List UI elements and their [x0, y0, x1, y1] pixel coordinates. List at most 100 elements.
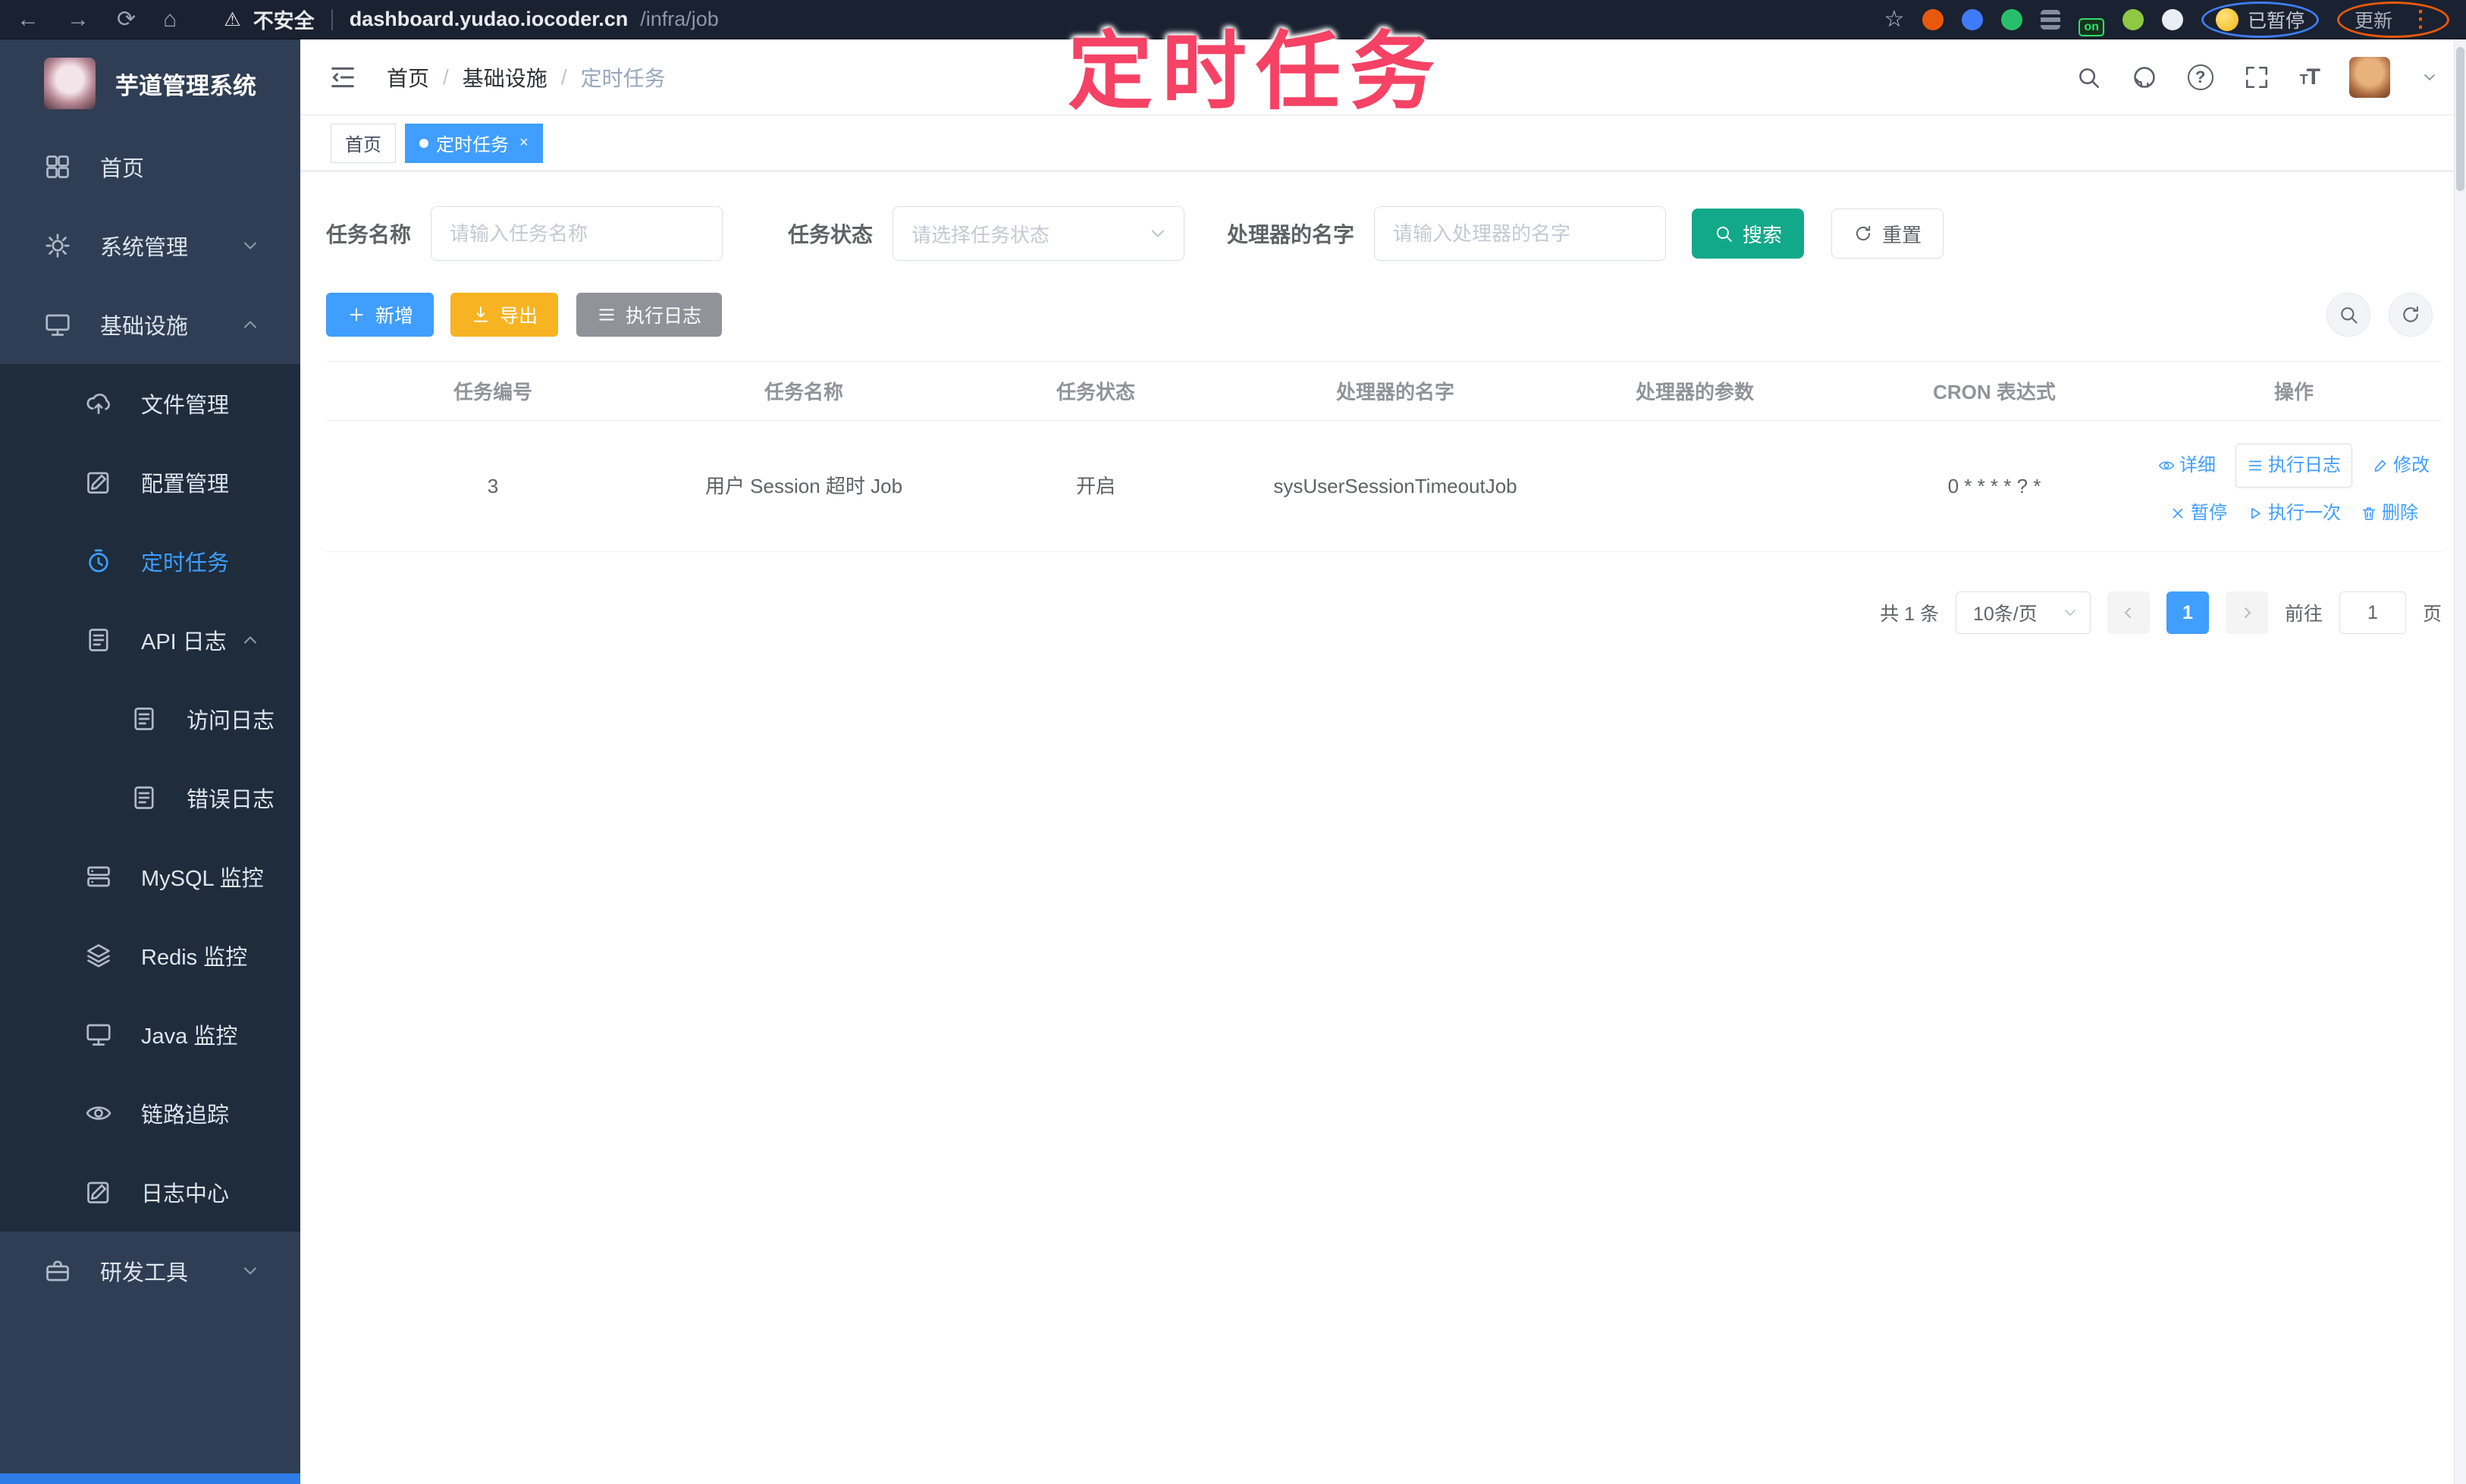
sidebar-item-tracing[interactable]: 链路追踪 — [0, 1074, 300, 1153]
sidebar-item-config-mgmt[interactable]: 配置管理 — [0, 443, 300, 522]
execution-log-button[interactable]: 执行日志 — [576, 293, 723, 337]
on-badge-extension-icon[interactable]: on — [2079, 17, 2104, 36]
job-status-select[interactable]: 请选择任务状态 — [893, 206, 1185, 261]
search-icon[interactable] — [2075, 64, 2101, 90]
sidebar-item-file-mgmt[interactable]: 文件管理 — [0, 364, 300, 443]
play-icon — [2247, 505, 2264, 522]
paused-label: 已暂停 — [2247, 10, 2304, 32]
extension-grid-icon[interactable] — [2041, 9, 2061, 30]
current-page-button[interactable]: 1 — [2166, 591, 2209, 634]
search-icon — [1714, 224, 1733, 243]
profile-chip[interactable]: 已暂停 — [2201, 1, 2319, 38]
add-button[interactable]: 新增 — [326, 293, 435, 337]
browser-nav: ← → ⟳ ⌂ — [17, 8, 177, 31]
job-name-input[interactable] — [431, 206, 723, 261]
sidebar-item-scheduled-jobs[interactable]: 定时任务 — [0, 522, 300, 601]
sidebar-item-redis-monitor[interactable]: Redis 监控 — [0, 916, 300, 995]
forward-icon[interactable]: → — [67, 8, 89, 31]
update-chip[interactable]: 更新 ⋮ — [2336, 1, 2449, 38]
kebab-menu-icon[interactable]: ⋮ — [2409, 6, 2432, 33]
sidebar-item-system-mgmt[interactable]: 系统管理 — [0, 206, 300, 285]
search-icon — [2338, 304, 2359, 325]
extension-icon[interactable] — [1922, 8, 1944, 30]
goto-label: 前往 — [2284, 604, 2323, 625]
page-scrollbar[interactable] — [2454, 39, 2466, 1484]
back-icon[interactable]: ← — [17, 8, 39, 31]
export-button[interactable]: 导出 — [450, 293, 559, 337]
delete-link[interactable]: 删除 — [2361, 498, 2418, 529]
page-size-select[interactable]: 10条/页 — [1955, 591, 2091, 634]
col-actions: 操作 — [2146, 361, 2442, 421]
tag-home[interactable]: 首页 — [331, 123, 396, 163]
extension-icon[interactable] — [1962, 8, 1984, 30]
sidebar-fold-icon[interactable] — [328, 62, 358, 93]
font-size-big: T — [2306, 64, 2320, 89]
font-size-icon[interactable]: TT — [2300, 64, 2320, 90]
cloud-upload-icon — [85, 390, 112, 417]
extension-icon[interactable] — [2001, 8, 2023, 30]
sidebar-item-label: Java 监控 — [141, 1024, 238, 1049]
sidebar-item-access-logs[interactable]: 访问日志 — [0, 679, 300, 758]
sidebar-item-error-logs[interactable]: 错误日志 — [0, 758, 300, 837]
tag-close-icon[interactable]: × — [519, 134, 529, 152]
run-once-link[interactable]: 执行一次 — [2247, 498, 2341, 529]
home-icon[interactable]: ⌂ — [163, 8, 177, 31]
chevron-down-icon — [240, 235, 261, 256]
fullscreen-icon[interactable] — [2244, 64, 2270, 90]
active-tag-dot — [419, 138, 428, 148]
row-execution-log-label: 执行日志 — [2268, 455, 2341, 475]
sidebar-item-home[interactable]: 首页 — [0, 127, 300, 206]
eye-icon — [85, 1100, 112, 1127]
refresh-table-button[interactable] — [2389, 293, 2433, 337]
goto-page-input[interactable] — [2339, 591, 2406, 634]
reload-icon[interactable]: ⟳ — [117, 8, 136, 31]
edit-link[interactable]: 修改 — [2372, 450, 2430, 481]
chevron-down-icon — [240, 1260, 261, 1282]
sidebar-item-infrastructure[interactable]: 基础设施 — [0, 285, 300, 364]
breadcrumb-home[interactable]: 首页 — [387, 62, 429, 93]
leaf-extension-icon[interactable] — [2122, 8, 2144, 30]
run-once-link-label: 执行一次 — [2268, 503, 2341, 523]
database-icon — [85, 863, 112, 890]
sidebar-item-label: 链路追踪 — [141, 1103, 230, 1128]
handler-name-text: sysUserSessionTimeoutJob — [1273, 475, 1517, 497]
help-icon[interactable]: ? — [2187, 64, 2213, 90]
prev-page-button[interactable] — [2107, 591, 2150, 634]
sidebar-item-java-monitor[interactable]: Java 监控 — [0, 995, 300, 1074]
reset-button[interactable]: 重置 — [1831, 209, 1944, 259]
sidebar-item-label: API 日志 — [141, 630, 227, 654]
bookmark-star-icon[interactable]: ☆ — [1884, 6, 1905, 33]
col-handler-params: 处理器的参数 — [1547, 361, 1843, 421]
user-avatar[interactable] — [2349, 56, 2390, 98]
pause-link[interactable]: 暂停 — [2170, 498, 2227, 529]
url-path: /infra/job — [640, 8, 719, 30]
tag-scheduled-jobs[interactable]: 定时任务 × — [405, 123, 543, 163]
sidebar-filler — [0, 1310, 300, 1473]
sidebar-item-mysql-monitor[interactable]: MySQL 监控 — [0, 837, 300, 916]
sidebar-item-api-logs[interactable]: API 日志 — [0, 601, 300, 679]
document-icon — [130, 705, 158, 733]
puzzle-extension-icon[interactable] — [2161, 8, 2183, 30]
sidebar-item-log-center[interactable]: 日志中心 — [0, 1153, 300, 1231]
detail-link[interactable]: 详细 — [2158, 450, 2216, 481]
table-row: 3 用户 Session 超时 Job 开启 sysUserSessionTim… — [326, 420, 2442, 552]
handler-name-input[interactable] — [1374, 206, 1667, 261]
address-bar[interactable]: ⚠ 不安全 dashboard.yudao.iocoder.cn/infra/j… — [224, 5, 719, 34]
page-size-value: 10条/页 — [1972, 604, 2038, 625]
show-search-toggle-button[interactable] — [2326, 293, 2370, 337]
next-page-button[interactable] — [2225, 591, 2268, 634]
row-execution-log-link[interactable]: 执行日志 — [2235, 444, 2352, 488]
monitor-icon — [44, 311, 71, 338]
app-logo-row: 芋道管理系统 — [0, 39, 300, 127]
eye-icon — [2158, 457, 2175, 474]
sidebar-item-dev-tools[interactable]: 研发工具 — [0, 1231, 300, 1310]
search-button[interactable]: 搜索 — [1692, 209, 1805, 259]
cell-job-name: 用户 Session 超时 Job — [660, 420, 948, 552]
page-unit-label: 页 — [2422, 604, 2442, 625]
scrollbar-thumb[interactable] — [2456, 47, 2464, 191]
avatar-caret-down-icon[interactable] — [2421, 68, 2439, 86]
breadcrumb-infrastructure[interactable]: 基础设施 — [463, 62, 547, 93]
github-icon[interactable] — [2132, 64, 2157, 90]
pause-link-label: 暂停 — [2191, 503, 2227, 523]
sidebar: 芋道管理系统 首页 系统管理 基础设施 文件管理 配置管理 定时任务 API 日… — [0, 39, 300, 1484]
